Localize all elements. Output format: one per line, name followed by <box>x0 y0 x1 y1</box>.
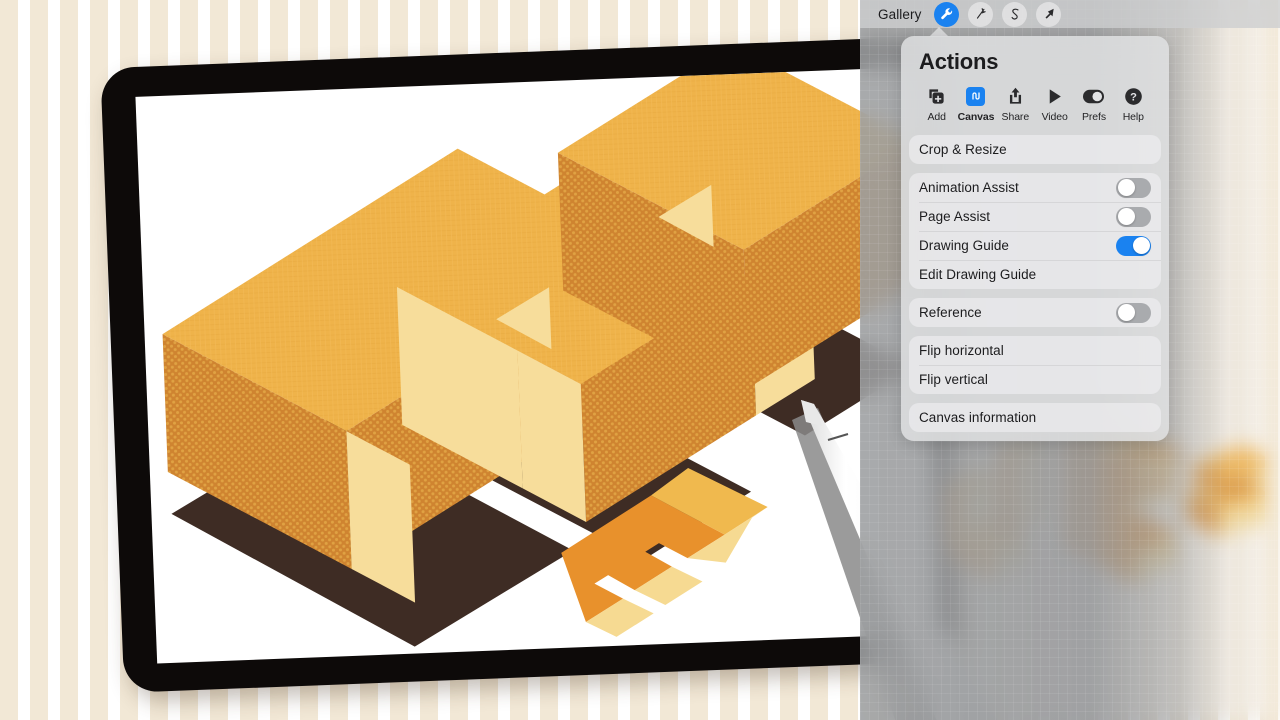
toggle-icon <box>1083 85 1105 107</box>
actions-wrench-tool-button[interactable] <box>934 1 960 27</box>
menu-item-page-assist-label: Page Assist <box>919 209 991 224</box>
popover-group-assists: Animation Assist Page Assist Drawing Gui… <box>909 173 1161 289</box>
menu-item-crop-resize[interactable]: Crop & Resize <box>909 135 1161 164</box>
reference-toggle[interactable] <box>1116 302 1151 323</box>
drawing-guide-toggle[interactable] <box>1116 235 1151 256</box>
s-curve-icon <box>1008 7 1022 21</box>
ipad-screen <box>135 66 940 664</box>
popover-group-flip: Flip horizontal Flip vertical <box>909 336 1161 394</box>
toggle-knob <box>1117 304 1135 321</box>
toggle-knob <box>1117 208 1135 225</box>
tab-add-label: Add <box>927 111 946 123</box>
add-square-icon <box>927 85 946 107</box>
procreate-top-toolbar: Gallery <box>860 0 1280 28</box>
menu-item-flip-horizontal[interactable]: Flip horizontal <box>909 336 1161 365</box>
play-icon <box>1045 85 1064 107</box>
arrow-icon <box>1042 7 1056 21</box>
selection-tool-button[interactable] <box>1002 1 1028 27</box>
popover-group-crop: Crop & Resize <box>909 135 1161 164</box>
question-icon: ? <box>1124 85 1143 107</box>
screenshot-stage: Gallery Actions Add Canvas Share Video P… <box>0 0 1280 720</box>
tab-help-label: Help <box>1122 111 1144 123</box>
menu-item-drawing-guide[interactable]: Drawing Guide <box>909 231 1161 260</box>
menu-item-edit-drawing-guide[interactable]: Edit Drawing Guide <box>909 260 1161 289</box>
share-upload-icon <box>1006 85 1025 107</box>
menu-item-reference[interactable]: Reference <box>909 298 1161 327</box>
transform-arrow-tool-button[interactable] <box>1036 1 1062 27</box>
menu-item-flip-horizontal-label: Flip horizontal <box>919 343 1004 358</box>
gallery-button[interactable]: Gallery <box>874 5 925 24</box>
popover-title: Actions <box>919 49 999 74</box>
menu-item-canvas-information[interactable]: Canvas information <box>909 403 1161 432</box>
menu-item-animation-assist[interactable]: Animation Assist <box>909 173 1161 202</box>
tab-video-label: Video <box>1041 111 1068 123</box>
animation-assist-toggle[interactable] <box>1116 177 1151 198</box>
wand-icon <box>974 7 988 21</box>
menu-item-edit-drawing-guide-label: Edit Drawing Guide <box>919 267 1037 282</box>
tab-share[interactable]: Share <box>996 85 1035 123</box>
wrench-icon <box>939 7 954 22</box>
ipad-device <box>100 36 959 693</box>
actions-popover: Actions Add Canvas Share Video Prefs ? H… <box>901 36 1169 441</box>
popover-group-reference: Reference <box>909 298 1161 327</box>
menu-item-drawing-guide-label: Drawing Guide <box>919 238 1009 253</box>
adjustments-wand-tool-button[interactable] <box>968 1 994 27</box>
tab-add[interactable]: Add <box>917 85 956 123</box>
tab-canvas-label: Canvas <box>957 111 995 123</box>
menu-item-animation-assist-label: Animation Assist <box>919 180 1019 195</box>
menu-item-canvas-information-label: Canvas information <box>919 410 1037 425</box>
tab-prefs-label: Prefs <box>1081 111 1106 123</box>
tab-help[interactable]: ? Help <box>1114 85 1153 123</box>
menu-item-flip-vertical[interactable]: Flip vertical <box>909 365 1161 394</box>
tab-prefs[interactable]: Prefs <box>1074 85 1113 123</box>
isometric-letter-e-artwork <box>135 66 940 664</box>
tab-share-label: Share <box>1001 111 1030 123</box>
menu-item-flip-vertical-label: Flip vertical <box>919 372 988 387</box>
menu-item-crop-resize-label: Crop & Resize <box>919 142 1007 157</box>
toggle-knob <box>1117 179 1135 196</box>
popover-tab-bar: Add Canvas Share Video Prefs ? Help <box>901 83 1169 135</box>
page-assist-toggle[interactable] <box>1116 206 1151 227</box>
menu-item-page-assist[interactable]: Page Assist <box>909 202 1161 231</box>
menu-item-reference-label: Reference <box>919 305 982 320</box>
svg-text:?: ? <box>1130 91 1137 103</box>
tab-canvas[interactable]: Canvas <box>956 85 995 123</box>
toggle-knob <box>1132 237 1150 254</box>
popover-group-info: Canvas information <box>909 403 1161 432</box>
tab-video[interactable]: Video <box>1035 85 1074 123</box>
canvas-wave-icon <box>966 85 986 107</box>
